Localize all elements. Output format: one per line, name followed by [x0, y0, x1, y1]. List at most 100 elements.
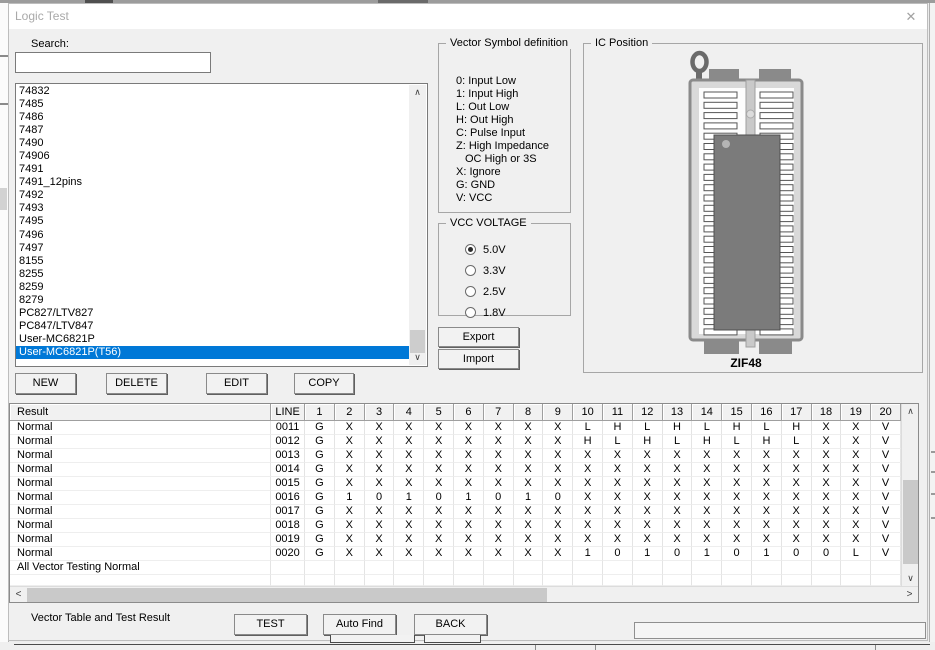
list-item[interactable]: 8259 [16, 281, 409, 294]
list-item[interactable]: 7492 [16, 189, 409, 202]
table-row[interactable]: Normal0018GXXXXXXXXXXXXXXXXXXV [10, 519, 901, 533]
table-row[interactable]: Normal0014GXXXXXXXXXXXXXXXXXXV [10, 463, 901, 477]
scroll-up-icon[interactable]: ∧ [902, 404, 919, 419]
radio-icon[interactable] [465, 307, 476, 318]
column-header[interactable]: LINE [271, 404, 305, 421]
table-cell: X [543, 449, 573, 463]
list-item[interactable]: 7486 [16, 111, 409, 124]
table-cell: L [573, 421, 603, 435]
ic-list-scrollbar[interactable]: ∧ ∨ [409, 85, 426, 365]
column-header[interactable]: 9 [543, 404, 573, 421]
list-item[interactable]: 74832 [16, 85, 409, 98]
column-header[interactable]: 10 [573, 404, 603, 421]
list-item[interactable]: 7491_12pins [16, 176, 409, 189]
table-cell: X [722, 491, 752, 505]
search-input[interactable] [15, 52, 211, 73]
column-header[interactable]: 15 [722, 404, 752, 421]
list-item[interactable]: 7493 [16, 202, 409, 215]
table-cell: Normal [10, 505, 271, 519]
radio-label: 2.5V [483, 286, 506, 298]
table-cell: X [394, 477, 424, 491]
radio-icon[interactable] [465, 244, 476, 255]
list-item[interactable]: PC847/LTV847 [16, 320, 409, 333]
vcc-option-3.3v[interactable]: 3.3V [465, 264, 506, 277]
symbol-line: L: Out Low [456, 101, 570, 114]
column-header[interactable]: 2 [335, 404, 365, 421]
list-item[interactable]: 7495 [16, 215, 409, 228]
list-item[interactable]: User-MC6821P [16, 333, 409, 346]
table-row[interactable]: Normal0013GXXXXXXXXXXXXXXXXXXV [10, 449, 901, 463]
auto-find-button[interactable]: Auto Find [323, 614, 396, 635]
test-button[interactable]: TEST [234, 614, 307, 635]
radio-icon[interactable] [465, 286, 476, 297]
table-row[interactable]: All Vector Testing Normal [10, 561, 901, 575]
export-button[interactable]: Export [438, 327, 519, 347]
table-cell: X [335, 463, 365, 477]
column-header[interactable]: 7 [484, 404, 514, 421]
list-item[interactable]: PC827/LTV827 [16, 307, 409, 320]
column-header[interactable]: 11 [603, 404, 633, 421]
table-cell [365, 561, 395, 575]
new-button[interactable]: NEW [15, 373, 76, 394]
scroll-up-icon[interactable]: ∧ [409, 85, 426, 100]
column-header[interactable]: 12 [633, 404, 663, 421]
chip-body [714, 135, 780, 330]
titlebar[interactable]: Logic Test ✕ [9, 4, 927, 29]
column-header[interactable]: Result [10, 404, 271, 421]
table-cell: 0 [722, 547, 752, 561]
table-hscrollbar[interactable]: < > [10, 586, 918, 602]
table-row[interactable]: Normal0012GXXXXXXXXHLHLHLHLXXV [10, 435, 901, 449]
list-item[interactable]: 7487 [16, 124, 409, 137]
column-header[interactable]: 18 [812, 404, 842, 421]
list-item[interactable]: 8255 [16, 268, 409, 281]
table-row[interactable]: Normal0020GXXXXXXXX101010100LV [10, 547, 901, 561]
delete-button[interactable]: DELETE [106, 373, 167, 394]
column-header[interactable]: 17 [782, 404, 812, 421]
column-header[interactable]: 19 [841, 404, 871, 421]
scroll-right-icon[interactable]: > [901, 587, 918, 603]
list-item[interactable]: 74906 [16, 150, 409, 163]
table-row[interactable] [10, 575, 901, 586]
table-row[interactable]: Normal0016G10101010XXXXXXXXXXV [10, 491, 901, 505]
list-item-selected[interactable]: User-MC6821P(T56) [16, 346, 409, 359]
column-header[interactable]: 6 [454, 404, 484, 421]
list-item[interactable]: 7497 [16, 242, 409, 255]
scroll-thumb[interactable] [903, 480, 918, 564]
table-row[interactable]: Normal0015GXXXXXXXXXXXXXXXXXXV [10, 477, 901, 491]
table-row[interactable]: Normal0011GXXXXXXXXLHLHLHLHXXV [10, 421, 901, 435]
table-cell: X [633, 491, 663, 505]
table-row[interactable]: Normal0019GXXXXXXXXXXXXXXXXXXV [10, 533, 901, 547]
scroll-left-icon[interactable]: < [10, 587, 27, 603]
back-button[interactable]: BACK [414, 614, 487, 635]
column-header[interactable]: 1 [305, 404, 335, 421]
scroll-thumb[interactable] [27, 588, 547, 602]
list-item[interactable]: 7496 [16, 229, 409, 242]
column-header[interactable]: 14 [692, 404, 722, 421]
vcc-option-5.0v[interactable]: 5.0V [465, 243, 506, 256]
column-header[interactable]: 16 [752, 404, 782, 421]
column-header[interactable]: 3 [365, 404, 395, 421]
radio-icon[interactable] [465, 265, 476, 276]
ic-list[interactable]: 7483274857486748774907490674917491_12pin… [15, 83, 428, 367]
table-row[interactable]: Normal0017GXXXXXXXXXXXXXXXXXXV [10, 505, 901, 519]
column-header[interactable]: 5 [424, 404, 454, 421]
column-header[interactable]: 4 [394, 404, 424, 421]
list-item[interactable]: 7485 [16, 98, 409, 111]
table-vscrollbar[interactable]: ∧ ∨ [901, 404, 918, 586]
scroll-down-icon[interactable]: ∨ [409, 350, 426, 365]
list-item[interactable]: 7491 [16, 163, 409, 176]
column-header[interactable]: 13 [663, 404, 693, 421]
close-icon[interactable]: ✕ [900, 6, 922, 27]
vcc-option-1.8v[interactable]: 1.8V [465, 306, 506, 319]
edit-button[interactable]: EDIT [206, 373, 267, 394]
vcc-option-2.5v[interactable]: 2.5V [465, 285, 506, 298]
list-item[interactable]: 8279 [16, 294, 409, 307]
list-item[interactable]: 7490 [16, 137, 409, 150]
copy-button[interactable]: COPY [294, 373, 354, 394]
vector-table[interactable]: ResultLINE123456789101112131415161718192… [9, 403, 919, 603]
import-button[interactable]: Import [438, 349, 519, 369]
column-header[interactable]: 8 [514, 404, 544, 421]
list-item[interactable]: 8155 [16, 255, 409, 268]
column-header[interactable]: 20 [871, 404, 901, 421]
scroll-down-icon[interactable]: ∨ [902, 571, 919, 586]
